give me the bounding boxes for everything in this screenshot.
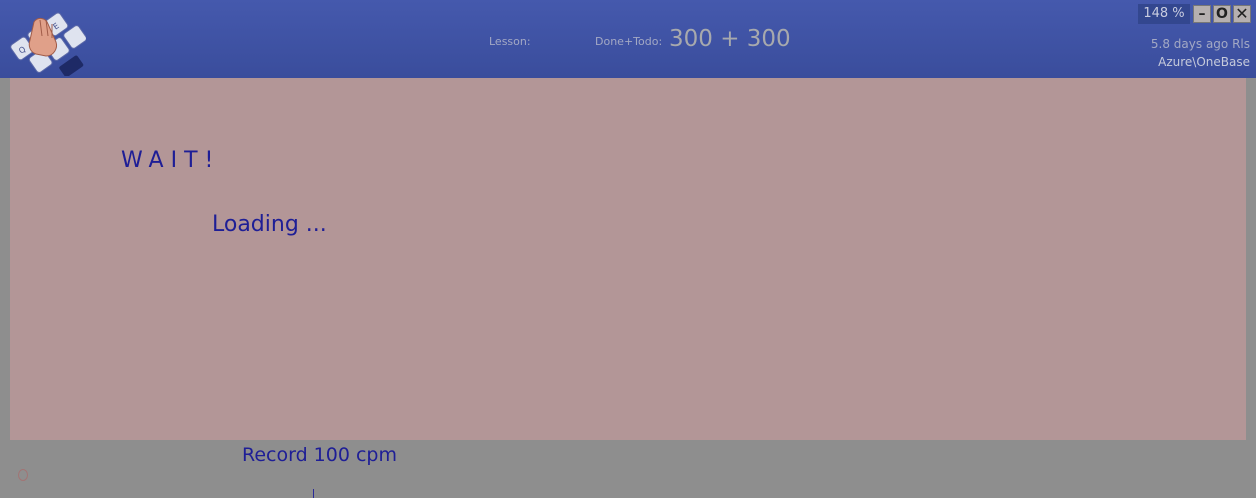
keyboard-hand-logo: Q W E	[6, 2, 87, 78]
lesson-panel: WAIT! Loading ...	[10, 78, 1246, 440]
release-age: 5.8 days ago Rls	[1150, 37, 1250, 51]
loading-message: Loading ...	[212, 212, 327, 237]
title-bar: Q W E Lesson: Done+Todo: 300 + 300 148 %…	[0, 0, 1256, 78]
status-ring-icon	[18, 469, 28, 481]
done-todo-label: Done+Todo:	[595, 35, 663, 48]
lesson-label: Lesson:	[489, 35, 531, 48]
minimize-button[interactable]: –	[1193, 5, 1211, 23]
record-speed: Record 100 cpm	[242, 444, 398, 466]
branch-name: Azure\OneBase	[1158, 55, 1250, 69]
options-button[interactable]: O	[1213, 5, 1231, 23]
wait-message: WAIT!	[121, 148, 221, 173]
done-todo-value: 300 + 300	[669, 26, 791, 52]
close-button[interactable]: ✕	[1233, 5, 1251, 23]
speed-marker	[313, 489, 314, 498]
zoom-level[interactable]: 148 %	[1138, 4, 1190, 24]
